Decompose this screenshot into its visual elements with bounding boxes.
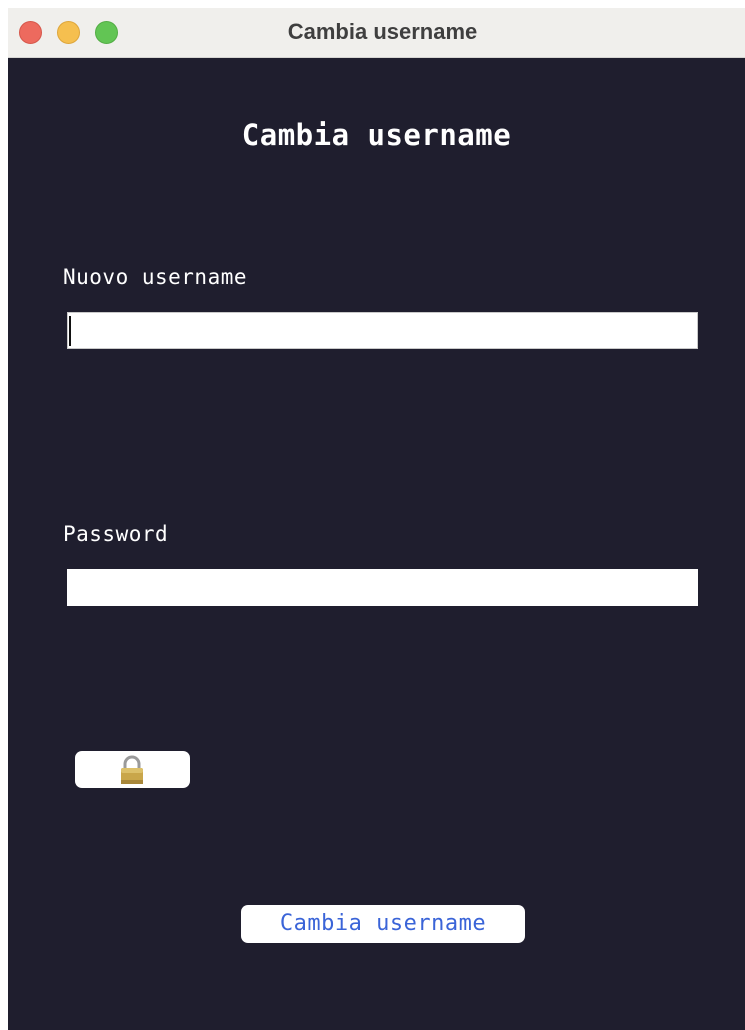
toggle-password-visibility-button[interactable] <box>75 751 190 788</box>
lock-icon <box>121 755 143 784</box>
app-window: Cambia username Cambia username Nuovo us… <box>8 8 745 1030</box>
password-input[interactable] <box>67 569 698 606</box>
page-title: Cambia username <box>241 118 512 152</box>
username-label: Nuovo username <box>63 265 248 289</box>
change-username-button[interactable]: Cambia username <box>241 905 525 943</box>
window-title: Cambia username <box>287 19 478 44</box>
title-bar: Cambia username <box>8 8 745 58</box>
text-caret <box>69 316 71 346</box>
new-username-input[interactable] <box>67 312 698 349</box>
password-label: Password <box>63 522 169 546</box>
